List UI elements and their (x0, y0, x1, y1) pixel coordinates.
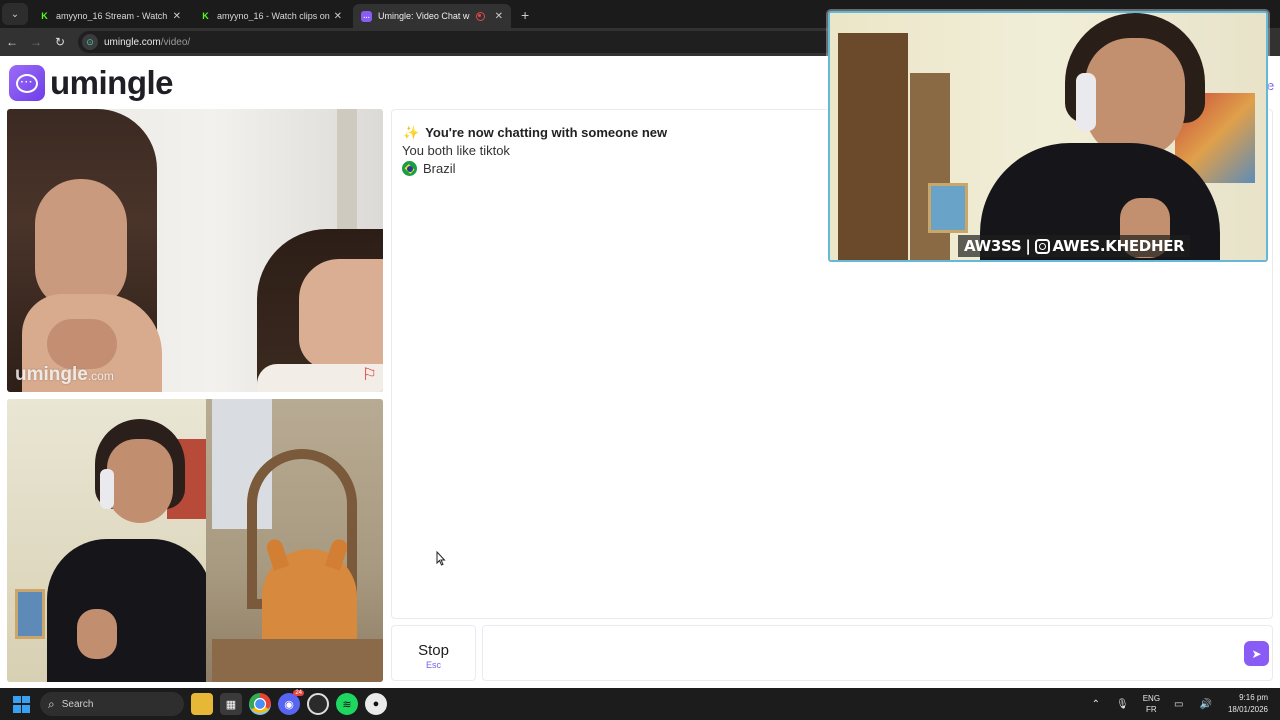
site-info-icon[interactable]: ⊙ (82, 34, 98, 50)
streamer-webcam-overlay: AW3SS | AWES.KHEDHER (828, 11, 1268, 262)
forward-arrow-icon[interactable]: → (24, 35, 48, 49)
umingle-logo[interactable]: ··· umingle (9, 64, 174, 102)
store-icon[interactable]: ▦ (220, 693, 242, 715)
browser-tab-active[interactable]: … Umingle: Video Chat with S ✕ (353, 4, 511, 28)
sparkles-icon: ✨ (403, 125, 420, 140)
url-host: umingle.com (104, 36, 161, 48)
tab-title: amyyno_16 Stream - Watch Live (56, 11, 169, 21)
kick-icon: K (41, 11, 48, 21)
streamer-handle-tag: AW3SS | AWES.KHEDHER (958, 235, 1191, 257)
send-button[interactable]: ➤ (1244, 641, 1269, 666)
chat-bubble-logo-icon: ··· (9, 65, 45, 101)
browser-tab[interactable]: K amyyno_16 - Watch clips on Ki ✕ (192, 4, 350, 28)
tab-title: Umingle: Video Chat with S (378, 11, 470, 21)
windows-taskbar: ⌕ Search ▦ ◉ 24 ≋ ● ⌃ 🎙 ENG FR ▭ 🔊 9:16 p… (0, 688, 1280, 720)
stop-button[interactable]: Stop Esc (391, 625, 476, 681)
send-arrow-icon: ➤ (1251, 646, 1262, 661)
discord-icon[interactable]: ◉ 24 (278, 690, 304, 715)
stranger-video: umingle.com ⚐ (7, 109, 383, 392)
tab-title: amyyno_16 - Watch clips on Ki (217, 11, 330, 21)
windows-start-icon[interactable] (13, 695, 30, 713)
tab-search-dropdown[interactable]: ⌄ (2, 3, 28, 25)
display-icon[interactable]: ▭ (1174, 699, 1183, 710)
browser-tab[interactable]: K amyyno_16 Stream - Watch Live ✕ (31, 4, 189, 28)
volume-icon[interactable]: 🔊 (1200, 699, 1212, 710)
chrome-icon[interactable] (249, 693, 271, 715)
address-bar[interactable]: ⊙ umingle.com/video/ (78, 31, 838, 53)
header-link-partial[interactable]: e (1267, 78, 1274, 93)
close-tab-icon[interactable]: ✕ (173, 11, 181, 22)
brazil-flag-icon (402, 161, 417, 176)
obs-icon[interactable] (307, 693, 329, 715)
file-explorer-icon[interactable] (191, 693, 213, 715)
system-tray: ⌃ 🎙 ENG FR ▭ 🔊 9:16 pm 18/01/2026 (1084, 688, 1280, 720)
system-message-connected: ✨ You're now chatting with someone new (403, 125, 668, 140)
spotify-icon[interactable]: ≋ (336, 693, 358, 715)
recording-icon (475, 11, 485, 21)
close-tab-icon[interactable]: ✕ (334, 11, 342, 22)
self-video (7, 399, 383, 682)
app-icon[interactable]: ● (365, 693, 387, 715)
notification-badge: 24 (293, 690, 304, 696)
taskbar-search[interactable]: ⌕ Search (40, 692, 184, 716)
system-message-interest: You both like tiktok (402, 143, 510, 158)
new-tab-button[interactable]: + (521, 7, 529, 23)
back-arrow-icon[interactable]: ← (0, 35, 24, 49)
url-path: /video/ (160, 36, 191, 48)
stop-shortcut-hint: Esc (425, 660, 441, 670)
system-message-country: Brazil (402, 161, 456, 176)
message-input[interactable] (482, 625, 1273, 681)
close-tab-icon[interactable]: ✕ (495, 11, 503, 22)
logo-text: umingle (50, 64, 174, 101)
umingle-watermark: umingle.com (15, 364, 114, 385)
language-indicator[interactable]: ENG FR (1143, 693, 1160, 715)
umingle-icon: … (361, 10, 372, 22)
microphone-icon[interactable]: 🎙 (1116, 699, 1129, 710)
kick-icon: K (202, 11, 209, 21)
search-icon: ⌕ (48, 696, 55, 711)
chevron-up-icon[interactable]: ⌃ (1092, 699, 1100, 710)
clock[interactable]: 9:16 pm 18/01/2026 (1228, 692, 1268, 716)
instagram-icon (1034, 238, 1050, 254)
country-name: Brazil (423, 161, 456, 176)
reload-icon[interactable]: ↻ (48, 35, 72, 49)
report-flag-icon[interactable]: ⚐ (362, 365, 377, 385)
